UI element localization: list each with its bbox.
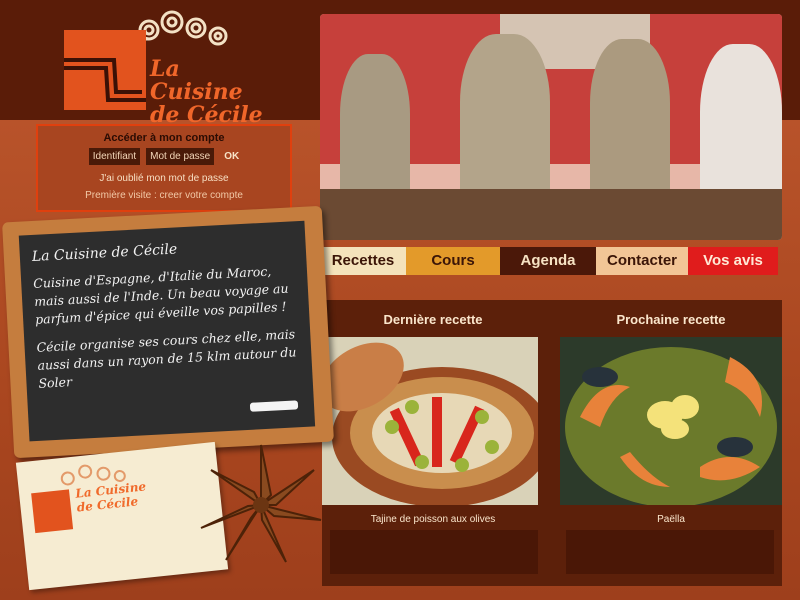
chalkboard: La Cuisine de Cécile Cuisine d'Espagne, … xyxy=(2,205,334,459)
hero-photo xyxy=(320,14,782,240)
login-row: Identifiant Mot de passe OK xyxy=(38,148,290,165)
nav-contacter[interactable]: Contacter xyxy=(596,247,688,275)
tajine-image xyxy=(322,337,538,505)
login-box: Accéder à mon compte Identifiant Mot de … xyxy=(36,124,292,212)
chalk-icon xyxy=(249,400,299,412)
star-anise-icon xyxy=(200,444,322,563)
forgot-password-link[interactable]: J'ai oublié mon mot de passe xyxy=(38,173,290,184)
next-recipe-title: Prochaine recette xyxy=(616,312,726,327)
ok-button[interactable]: OK xyxy=(224,151,239,162)
nav-vos-avis[interactable]: Vos avis xyxy=(688,247,778,275)
site-logo[interactable]: La Cuisine de Cécile xyxy=(64,8,274,127)
card-logo-square xyxy=(31,489,74,534)
caption-box xyxy=(330,530,538,574)
pan-icon xyxy=(64,58,146,102)
logo-line1: La Cuisine xyxy=(150,56,243,105)
paella-photo[interactable] xyxy=(560,337,782,505)
next-recipe-caption[interactable]: Paëlla xyxy=(560,514,782,525)
recipes-panel: Dernière recette Tajine de poisson aux o… xyxy=(322,300,782,586)
main-nav: Recettes Cours Agenda Contacter Vos avis xyxy=(320,247,778,275)
chalkboard-text-area: La Cuisine de Cécile Cuisine d'Espagne, … xyxy=(18,220,316,442)
nav-recettes[interactable]: Recettes xyxy=(320,247,406,275)
paella-image xyxy=(560,337,782,505)
chef-figure xyxy=(460,34,550,204)
card-logo-text: La Cuisine de Cécile xyxy=(75,479,148,514)
cook-figure xyxy=(590,39,670,199)
board-title: La Cuisine de Cécile xyxy=(31,241,178,266)
login-title: Accéder à mon compte xyxy=(103,132,225,144)
nav-cours[interactable]: Cours xyxy=(406,247,500,275)
board-paragraph-1: Cuisine d'Espagne, d'Italie du Maroc, ma… xyxy=(32,263,289,327)
kitchen-counter xyxy=(320,189,782,240)
logo-square xyxy=(64,30,146,110)
nav-agenda[interactable]: Agenda xyxy=(500,247,596,275)
username-field[interactable]: Identifiant xyxy=(88,148,141,165)
next-recipe: Prochaine recette Paëlla xyxy=(560,300,782,574)
last-recipe-title: Dernière recette xyxy=(383,312,483,327)
last-recipe: Dernière recette Tajine de poisson aux o… xyxy=(322,300,544,574)
last-recipe-caption[interactable]: Tajine de poisson aux olives xyxy=(322,514,544,525)
caption-box xyxy=(566,530,774,574)
password-field[interactable]: Mot de passe xyxy=(146,148,215,165)
logo-text: La Cuisine de Cécile xyxy=(150,58,274,127)
board-paragraph-2: Cécile organise ses cours chez elle, mai… xyxy=(36,326,297,391)
create-account-link[interactable]: Première visite : creer votre compte xyxy=(38,190,290,201)
tajine-photo[interactable] xyxy=(322,337,538,505)
cook-figure xyxy=(340,54,410,204)
